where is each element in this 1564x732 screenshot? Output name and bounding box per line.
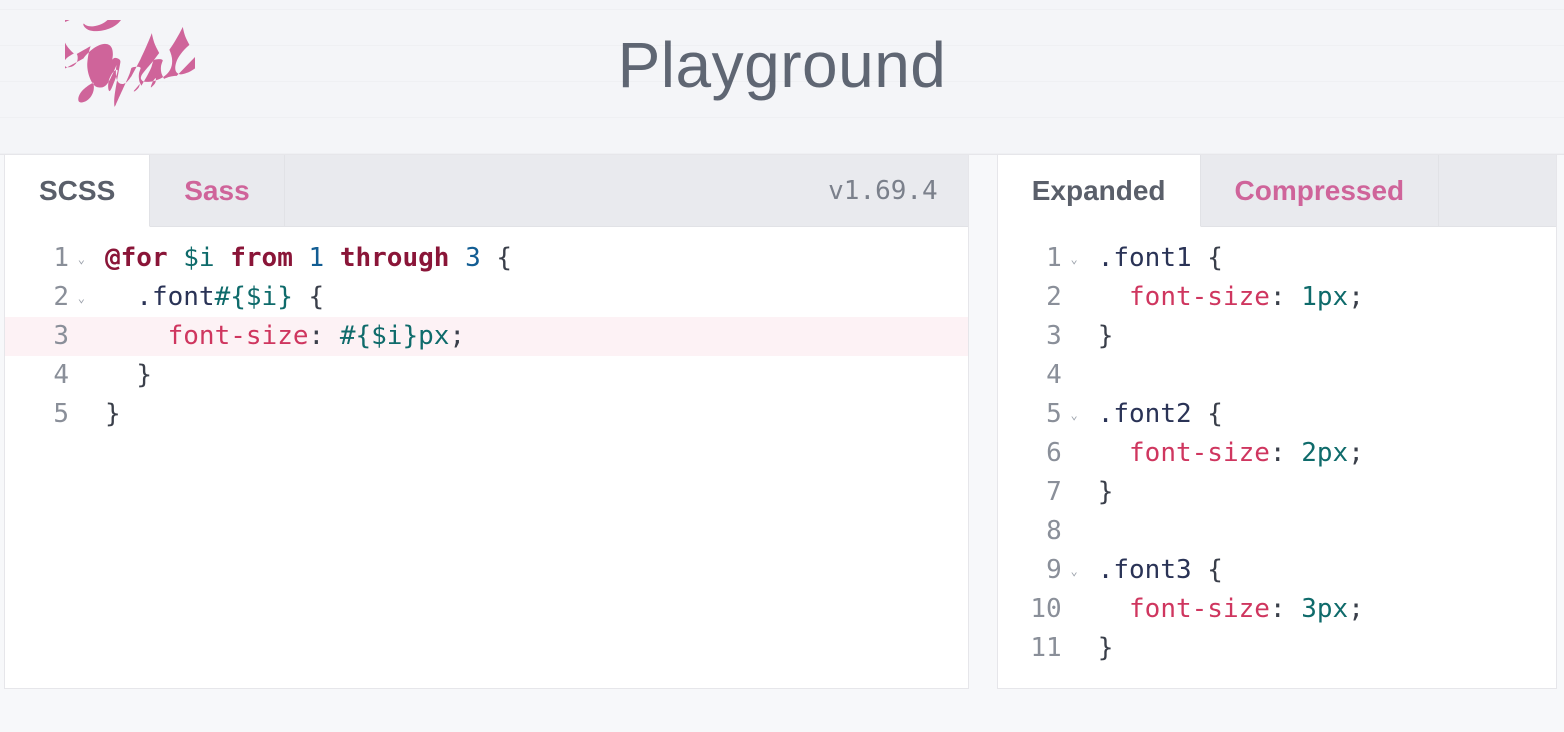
code-line[interactable]: 5} — [5, 395, 968, 434]
tab-compressed[interactable]: Compressed — [1201, 155, 1440, 226]
tabs-spacer — [285, 155, 798, 226]
panes-row: SCSS Sass v1.69.4 1⌄@for $i from 1 throu… — [0, 155, 1564, 689]
code-content[interactable]: font-size: 3px; — [1068, 590, 1556, 629]
output-pane: Expanded Compressed 1⌄.font1 {2 font-siz… — [997, 155, 1557, 689]
sass-logo[interactable] — [65, 20, 195, 120]
fold-icon[interactable]: ⌄ — [78, 253, 85, 265]
output-tabs: Expanded Compressed — [998, 155, 1556, 227]
fold-icon[interactable]: ⌄ — [78, 292, 85, 304]
code-content[interactable]: } — [1068, 473, 1556, 512]
code-content[interactable]: .font2 { — [1068, 395, 1556, 434]
code-line[interactable]: 7} — [998, 473, 1556, 512]
input-tabs: SCSS Sass v1.69.4 — [5, 155, 968, 227]
code-line[interactable]: 5⌄.font2 { — [998, 395, 1556, 434]
scss-editor[interactable]: 1⌄@for $i from 1 through 3 {2⌄ .font#{$i… — [5, 227, 968, 454]
code-line[interactable]: 9⌄.font3 { — [998, 551, 1556, 590]
code-content[interactable]: font-size: 2px; — [1068, 434, 1556, 473]
code-content[interactable] — [1068, 512, 1556, 551]
code-line[interactable]: 10 font-size: 3px; — [998, 590, 1556, 629]
tab-scss[interactable]: SCSS — [5, 155, 150, 227]
code-content[interactable]: @for $i from 1 through 3 { — [75, 239, 968, 278]
code-line[interactable]: 2⌄ .font#{$i} { — [5, 278, 968, 317]
gutter: 1⌄ — [998, 239, 1068, 278]
code-line[interactable]: 4 — [998, 356, 1556, 395]
code-content[interactable]: .font#{$i} { — [75, 278, 968, 317]
code-line[interactable]: 1⌄@for $i from 1 through 3 { — [5, 239, 968, 278]
code-content[interactable]: } — [1068, 629, 1556, 668]
code-line[interactable]: 4 } — [5, 356, 968, 395]
gutter: 8 — [998, 512, 1068, 551]
code-content[interactable]: } — [1068, 317, 1556, 356]
gutter: 3 — [998, 317, 1068, 356]
code-content[interactable]: .font3 { — [1068, 551, 1556, 590]
code-content[interactable] — [1068, 356, 1556, 395]
fold-icon[interactable]: ⌄ — [1070, 565, 1077, 577]
code-line[interactable]: 6 font-size: 2px; — [998, 434, 1556, 473]
gutter: 2 — [998, 278, 1068, 317]
gutter: 9⌄ — [998, 551, 1068, 590]
gutter: 4 — [5, 356, 75, 395]
gutter: 4 — [998, 356, 1068, 395]
code-line[interactable]: 11} — [998, 629, 1556, 668]
gutter: 5 — [5, 395, 75, 434]
gutter: 6 — [998, 434, 1068, 473]
tab-sass[interactable]: Sass — [150, 155, 284, 226]
page-title: Playground — [0, 0, 1564, 102]
code-content[interactable]: } — [75, 395, 968, 434]
code-line[interactable]: 8 — [998, 512, 1556, 551]
gutter: 10 — [998, 590, 1068, 629]
gutter: 7 — [998, 473, 1068, 512]
gutter: 1⌄ — [5, 239, 75, 278]
gutter: 3 — [5, 317, 75, 356]
gutter: 11 — [998, 629, 1068, 668]
code-line[interactable]: 3} — [998, 317, 1556, 356]
code-line[interactable]: 3 font-size: #{$i}px; — [5, 317, 968, 356]
input-pane: SCSS Sass v1.69.4 1⌄@for $i from 1 throu… — [4, 155, 969, 689]
page-header: Playground — [0, 0, 1564, 155]
code-content[interactable]: } — [75, 356, 968, 395]
tab-expanded[interactable]: Expanded — [998, 155, 1201, 227]
css-output[interactable]: 1⌄.font1 {2 font-size: 1px;3}4 5⌄.font2 … — [998, 227, 1556, 688]
version-label: v1.69.4 — [798, 155, 968, 226]
fold-icon[interactable]: ⌄ — [1070, 409, 1077, 421]
code-line[interactable]: 1⌄.font1 { — [998, 239, 1556, 278]
gutter: 5⌄ — [998, 395, 1068, 434]
gutter: 2⌄ — [5, 278, 75, 317]
code-content[interactable]: font-size: #{$i}px; — [75, 317, 968, 356]
code-content[interactable]: .font1 { — [1068, 239, 1556, 278]
code-content[interactable]: font-size: 1px; — [1068, 278, 1556, 317]
fold-icon[interactable]: ⌄ — [1070, 253, 1077, 265]
code-line[interactable]: 2 font-size: 1px; — [998, 278, 1556, 317]
